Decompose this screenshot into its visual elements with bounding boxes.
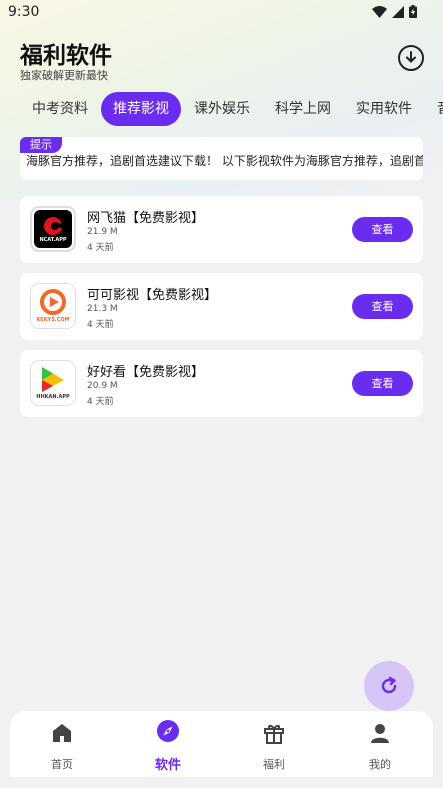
tab-recommended-video[interactable]: 推荐影视 [101,92,181,126]
view-button[interactable]: 查看 [352,217,413,242]
category-tabs: 中考资料推荐影视课外娱乐科学上网实用软件音乐 [20,92,443,126]
signal-icon [392,5,404,18]
user-icon [371,724,389,743]
notice-text: 海豚官方推荐，追剧首选建议下载！ 以下影视软件为海豚官方推荐，追剧首选建议下载！ [26,154,423,168]
app-card-hhkan[interactable]: HHKAN.APP 好好看【免费影视】 20.9 M 4 天前 查看 [20,350,423,417]
refresh-button[interactable] [364,661,414,711]
status-icons [372,5,417,18]
app-name: 网飞猫【免费影视】 [87,211,205,226]
home-icon [53,724,71,742]
tab-science-net[interactable]: 科学上网 [263,92,343,126]
nav-label-mine: 我的 [369,758,391,771]
ncat-logo-text: NCAT.APP [39,237,67,243]
gift-icon [264,725,284,744]
battery-icon [409,5,417,18]
app-icon-ncat: NCAT.APP [30,206,76,252]
app-name: 可可影视【免费影视】 [87,288,218,303]
nav-item-software[interactable]: 软件 [128,711,208,777]
app-size: 21.9 M [87,227,118,237]
nav-item-benefits[interactable]: 福利 [234,711,314,777]
app-icon-kekys: KEKYS.COM [30,283,76,329]
nav-label-software: 软件 [154,758,181,773]
tab-music[interactable]: 音乐 [425,92,443,126]
compass-icon [157,720,179,742]
app-icon-hhkan: HHKAN.APP [30,360,76,406]
app-name: 好好看【免费影视】 [87,365,205,380]
app-card-ncat[interactable]: NCAT.APP 网飞猫【免费影视】 21.9 M 4 天前 查看 [20,196,423,263]
view-button[interactable]: 查看 [352,294,413,319]
hhkan-logo-text: HHKAN.APP [36,394,70,400]
app-size: 21.3 M [87,304,118,314]
status-bar: 9:30 [0,0,443,24]
tab-utility-software[interactable]: 实用软件 [344,92,424,126]
tab-entertainment[interactable]: 课外娱乐 [182,92,262,126]
page-subtitle: 独家破解更新最快 [20,69,108,82]
page-title: 福利软件 [20,43,112,69]
app-date: 4 天前 [87,320,114,330]
view-button[interactable]: 查看 [352,371,413,396]
app-date: 4 天前 [87,243,114,253]
wifi-icon [372,5,387,18]
nav-label-benefits: 福利 [263,758,285,771]
kekys-logo-text: KEKYS.COM [36,317,70,323]
tab-zhongkao[interactable]: 中考资料 [20,92,100,126]
bottom-nav: 首页 软件 福利 我的 [10,711,433,777]
app-card-kekys[interactable]: KEKYS.COM 可可影视【免费影视】 21.3 M 4 天前 查看 [20,273,423,340]
notice-banner: 海豚官方推荐，追剧首选建议下载！ 以下影视软件为海豚官方推荐，追剧首选建议下载！… [20,137,423,180]
notice-badge: 提示 [20,137,62,153]
download-button[interactable] [398,45,424,71]
status-time: 9:30 [8,4,40,20]
app-size: 20.9 M [87,381,118,391]
nav-item-mine[interactable]: 我的 [340,711,420,777]
download-icon [406,51,416,63]
app-date: 4 天前 [87,397,114,407]
refresh-icon [381,676,397,694]
nav-label-home: 首页 [51,758,73,771]
nav-item-home[interactable]: 首页 [22,711,102,777]
